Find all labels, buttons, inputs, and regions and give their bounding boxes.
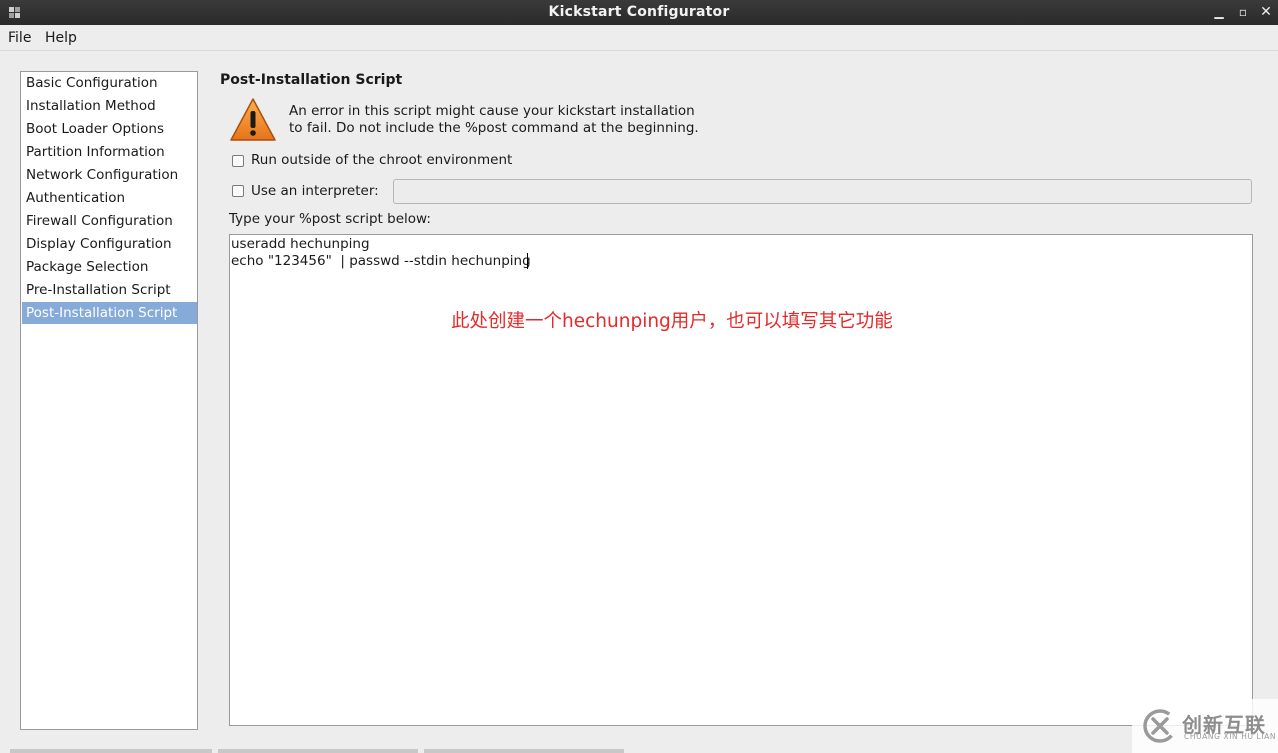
sidebar-nav: Basic Configuration Installation Method … — [20, 71, 198, 730]
sidebar-item-network-configuration[interactable]: Network Configuration — [22, 164, 197, 186]
annotation-text: 此处创建一个hechunping用户，也可以填写其它功能 — [451, 311, 893, 332]
warning-icon — [230, 98, 276, 141]
chroot-checkbox[interactable] — [232, 155, 244, 167]
maximize-button[interactable]: ▫ — [1235, 4, 1251, 20]
text-caret — [527, 253, 528, 269]
sidebar-item-boot-loader-options[interactable]: Boot Loader Options — [22, 118, 197, 140]
chroot-checkbox-label[interactable]: Run outside of the chroot environment — [251, 152, 512, 168]
script-line: useradd hechunping — [231, 236, 370, 252]
menu-bar: File Help — [0, 25, 1278, 51]
bottom-tab[interactable] — [10, 749, 212, 753]
sidebar-item-pre-installation-script[interactable]: Pre-Installation Script — [22, 279, 197, 301]
interpreter-checkbox[interactable] — [232, 185, 244, 197]
sidebar-item-display-configuration[interactable]: Display Configuration — [22, 233, 197, 255]
menu-help[interactable]: Help — [45, 30, 77, 46]
sidebar-item-post-installation-script[interactable]: Post-Installation Script — [22, 302, 197, 324]
sidebar-item-firewall-configuration[interactable]: Firewall Configuration — [22, 210, 197, 232]
page-title: Post-Installation Script — [220, 72, 403, 88]
interpreter-input[interactable] — [393, 179, 1252, 204]
script-label: Type your %post script below: — [229, 211, 431, 227]
watermark-logo-icon — [1143, 709, 1177, 743]
sidebar-item-package-selection[interactable]: Package Selection — [22, 256, 197, 278]
minimize-button[interactable]: ▁ — [1211, 4, 1227, 20]
sidebar-item-partition-information[interactable]: Partition Information — [22, 141, 197, 163]
bottom-tab[interactable] — [218, 749, 418, 753]
post-script-textarea[interactable]: useradd hechunping echo "123456" | passw… — [229, 234, 1253, 726]
bottom-tab[interactable] — [424, 749, 624, 753]
window-title: Kickstart Configurator — [548, 4, 730, 20]
close-button[interactable]: ✕ — [1258, 4, 1274, 20]
sidebar-item-authentication[interactable]: Authentication — [22, 187, 197, 209]
script-line: echo "123456" | passwd --stdin hechunpin… — [231, 253, 531, 269]
menu-file[interactable]: File — [8, 30, 31, 46]
sidebar-item-installation-method[interactable]: Installation Method — [22, 95, 197, 117]
sidebar-item-basic-configuration[interactable]: Basic Configuration — [22, 72, 197, 94]
watermark: 创新互联 CHUANG XIN HU LIAN — [1132, 699, 1278, 753]
warning-line-1: An error in this script might cause your… — [289, 103, 695, 119]
warning-line-2: to fail. Do not include the %post comman… — [289, 120, 699, 136]
warning-message: An error in this script might cause your… — [289, 103, 729, 137]
watermark-subtitle: CHUANG XIN HU LIAN — [1184, 732, 1277, 741]
interpreter-checkbox-label[interactable]: Use an interpreter: — [251, 183, 379, 199]
title-bar: Kickstart Configurator ▁ ▫ ✕ — [0, 0, 1278, 25]
